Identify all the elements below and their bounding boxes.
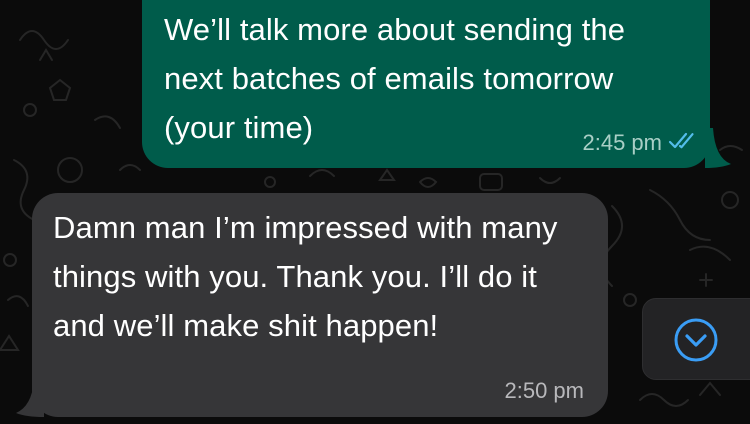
outgoing-message-bubble[interactable]: We’ll talk more about sending the next b… — [142, 0, 710, 168]
incoming-bubble-tail — [16, 380, 44, 417]
scroll-to-bottom-button[interactable] — [642, 298, 750, 380]
message-time: 2:50 pm — [504, 378, 585, 403]
message-meta: 2:50 pm — [505, 378, 585, 404]
incoming-message-bubble[interactable]: Damn man I’m impressed with many things … — [32, 193, 608, 417]
message-time: 2:45 pm — [582, 130, 663, 155]
message-meta: 2:45 pm — [583, 130, 699, 156]
double-check-icon — [668, 130, 698, 156]
outgoing-bubble-tail — [705, 128, 731, 168]
message-text: Damn man I’m impressed with many things … — [53, 210, 558, 343]
chevron-down-icon — [673, 317, 719, 368]
